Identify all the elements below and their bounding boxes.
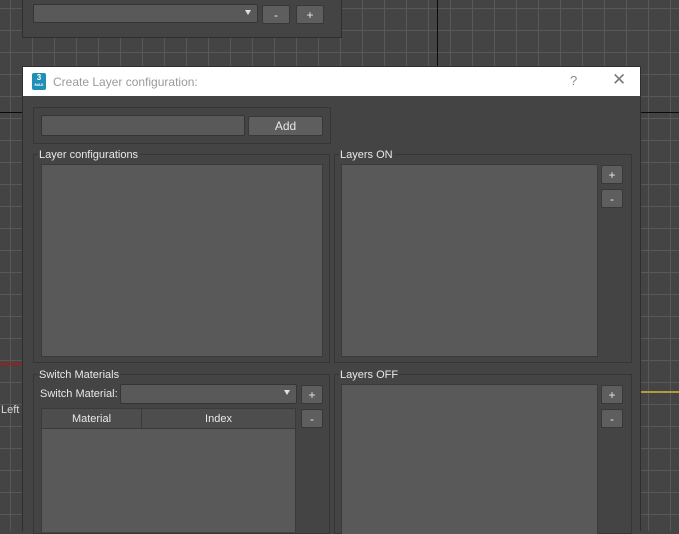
viewport-red-axis-line	[0, 363, 22, 365]
switch-material-add-button[interactable]: +	[301, 385, 323, 404]
viewport-axis-vertical	[437, 0, 438, 70]
viewport-axis-horizontal-left	[0, 112, 22, 113]
layers-on-group: Layers ON + -	[334, 149, 632, 363]
layers-on-remove-button[interactable]: -	[601, 189, 623, 208]
switch-material-remove-button[interactable]: -	[301, 409, 323, 428]
materials-table-header: Material Index	[41, 408, 296, 429]
column-header-index[interactable]: Index	[142, 409, 295, 428]
switch-material-dropdown[interactable]	[120, 384, 297, 404]
top-dropdown[interactable]	[33, 4, 258, 23]
dialog-title: Create Layer configuration:	[53, 75, 198, 89]
viewport-yellow-line	[641, 391, 679, 393]
switch-materials-title: Switch Materials	[38, 369, 121, 381]
dialog-titlebar[interactable]: 3 MAX Create Layer configuration: ? ✕	[23, 67, 640, 96]
app-logo-subtext: MAX	[34, 82, 44, 87]
create-layer-configuration-dialog: 3 MAX Create Layer configuration: ? ✕ Ad…	[22, 66, 641, 534]
top-plus-button[interactable]: +	[296, 5, 324, 24]
top-minus-button[interactable]: -	[262, 5, 290, 24]
layer-configurations-list[interactable]	[41, 164, 323, 357]
top-toolbar-panel: - +	[22, 0, 342, 38]
layers-off-remove-button[interactable]: -	[601, 409, 623, 428]
close-icon[interactable]: ✕	[612, 70, 626, 90]
chevron-down-icon	[245, 10, 251, 15]
help-icon[interactable]: ?	[570, 73, 577, 88]
add-button[interactable]: Add	[248, 116, 323, 136]
layers-on-list[interactable]	[341, 164, 598, 357]
layer-configurations-group: Layer configurations	[33, 149, 330, 363]
layers-off-title: Layers OFF	[339, 369, 400, 381]
layers-on-title: Layers ON	[339, 149, 394, 161]
layers-off-group: Layers OFF + -	[334, 369, 632, 534]
layer-configurations-title: Layer configurations	[38, 149, 140, 161]
app-logo-icon: 3 MAX	[32, 73, 46, 90]
layers-off-list[interactable]	[341, 384, 598, 534]
layers-on-add-button[interactable]: +	[601, 165, 623, 184]
viewport-axis-horizontal-right	[641, 112, 679, 113]
column-header-material[interactable]: Material	[42, 409, 142, 428]
configuration-name-input[interactable]	[41, 115, 245, 136]
app-logo-text: 3	[36, 73, 42, 82]
chevron-down-icon	[284, 390, 290, 395]
layers-off-add-button[interactable]: +	[601, 385, 623, 404]
switch-material-label: Switch Material:	[40, 388, 118, 400]
viewport-label[interactable]: Left	[1, 404, 19, 416]
